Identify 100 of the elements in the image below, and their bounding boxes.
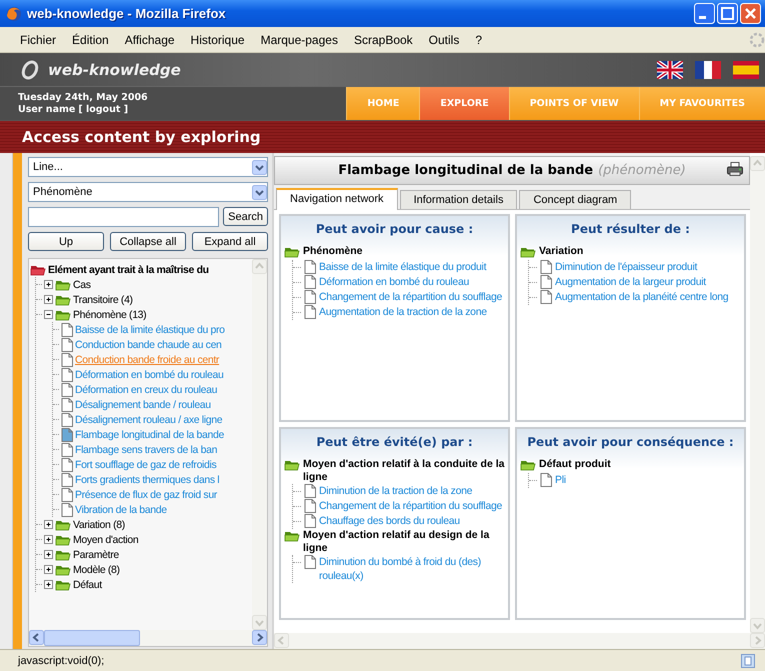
- concept-link[interactable]: Augmentation de la largeur produit: [555, 275, 706, 289]
- tree-item[interactable]: Moyen d'action: [73, 534, 138, 546]
- menu-item[interactable]: Outils: [420, 30, 468, 48]
- tree-item[interactable]: Défaut: [73, 578, 102, 590]
- menu-item[interactable]: Affichage: [116, 30, 183, 48]
- folder-icon: [284, 245, 300, 258]
- folder-icon: [284, 458, 300, 471]
- scrollbar[interactable]: [29, 630, 267, 646]
- tree-item[interactable]: Phénomène (13): [73, 308, 146, 320]
- flag-icon[interactable]: [695, 60, 721, 78]
- tree-item[interactable]: Baisse de la limite élastique du pro: [75, 324, 225, 336]
- tree-item[interactable]: Fort soufflage de gaz de refroidis: [75, 458, 216, 470]
- tree-item[interactable]: Variation (8): [73, 518, 125, 530]
- tree-action-button[interactable]: Collapse all: [110, 232, 186, 251]
- folder-icon: [30, 263, 46, 276]
- tree-item[interactable]: Conduction bande chaude au cen: [75, 338, 222, 350]
- menu-item[interactable]: ?: [467, 30, 490, 48]
- menu-item[interactable]: Historique: [182, 30, 253, 48]
- tree-item[interactable]: Déformation en creux du rouleau: [75, 384, 218, 396]
- document-icon: [540, 290, 552, 304]
- dropdown[interactable]: Line...: [28, 157, 268, 177]
- expand-toggle[interactable]: [44, 535, 53, 544]
- tree-item[interactable]: Désalignement rouleau / axe ligne: [75, 414, 222, 426]
- tree-item[interactable]: Paramètre: [73, 548, 119, 560]
- maximize-button[interactable]: [717, 3, 738, 24]
- menu-item[interactable]: Marque-pages: [252, 30, 346, 48]
- tab[interactable]: Navigation network: [276, 188, 398, 210]
- concept-link[interactable]: Changement de la répartition du soufflage: [319, 499, 502, 513]
- search-field[interactable]: [28, 207, 220, 227]
- folder-icon: [284, 529, 300, 542]
- logout-link[interactable]: [ logout ]: [78, 104, 128, 116]
- nav-tab[interactable]: POINTS OF VIEW: [508, 87, 639, 120]
- browser-logo-icon: [6, 6, 22, 22]
- throbber-icon: [749, 32, 765, 48]
- folder-icon: [55, 548, 71, 561]
- menu-item[interactable]: Fichier: [12, 30, 64, 48]
- tree-item[interactable]: Transitoire (4): [73, 294, 133, 306]
- concept-link[interactable]: Déformation en bombé du rouleau: [319, 275, 470, 289]
- concept-link[interactable]: Augmentation de la traction de la zone: [319, 305, 487, 319]
- tree-item[interactable]: Déformation en bombé du rouleau: [75, 368, 224, 380]
- tab[interactable]: Concept diagram: [519, 190, 632, 209]
- tree-item[interactable]: Vibration de la bande: [75, 504, 167, 516]
- relation-title: Peut avoir pour cause :: [314, 222, 474, 236]
- logo-icon: [20, 60, 40, 80]
- page-banner-title: Access content by exploring: [22, 128, 261, 146]
- expand-toggle[interactable]: [44, 280, 53, 289]
- flag-icon[interactable]: [733, 60, 759, 78]
- nav-tab[interactable]: MY FAVOURITES: [638, 87, 765, 120]
- concept-link[interactable]: Pli: [555, 473, 566, 487]
- tree-item[interactable]: Forts gradients thermiques dans l: [75, 474, 220, 486]
- tree-item[interactable]: Désalignement bande / rouleau: [75, 398, 211, 410]
- dropdown[interactable]: Phénomène: [28, 182, 268, 202]
- close-button[interactable]: [740, 3, 761, 24]
- concept-link[interactable]: Diminution de la traction de la zone: [319, 484, 472, 498]
- nav-tab[interactable]: HOME: [346, 87, 420, 120]
- folder-icon: [520, 245, 536, 258]
- scrollbar[interactable]: [750, 156, 765, 633]
- concept-link[interactable]: Chauffage des bords du rouleau: [319, 514, 460, 528]
- tree-action-button[interactable]: Expand all: [192, 232, 268, 251]
- tree-item[interactable]: Présence de flux de gaz froid sur: [75, 488, 217, 500]
- tree-item[interactable]: Flambage longitudinal de la bande: [75, 428, 224, 440]
- date-text: Tuesday 24th, May 2006: [18, 92, 149, 104]
- search-button[interactable]: Search: [223, 207, 268, 226]
- scrollbar[interactable]: [252, 259, 267, 630]
- tree-item[interactable]: Cas: [73, 278, 91, 290]
- tree-item[interactable]: Modèle (8): [73, 564, 120, 576]
- tree-item[interactable]: Elément ayant trait à la maîtrise du: [48, 264, 209, 276]
- concept-link[interactable]: Changement de la répartition du soufflage: [319, 290, 502, 304]
- expand-toggle[interactable]: [44, 580, 53, 589]
- tree-item[interactable]: Flambage sens travers de la ban: [75, 444, 218, 456]
- expand-toggle[interactable]: [44, 550, 53, 559]
- minimize-button[interactable]: [694, 3, 715, 24]
- concept-link[interactable]: Diminution du bombé à froid du (des) rouleau(x): [319, 555, 505, 583]
- document-icon: [540, 275, 552, 289]
- folder-icon: [55, 533, 71, 546]
- menu-item[interactable]: ScrapBook: [346, 30, 421, 48]
- tree-item[interactable]: Conduction bande froide au centr: [75, 354, 220, 366]
- expand-toggle[interactable]: [44, 565, 53, 574]
- menu-item[interactable]: Édition: [64, 30, 117, 48]
- printer-icon[interactable]: [727, 162, 743, 176]
- expand-toggle[interactable]: [44, 295, 53, 304]
- flag-icon[interactable]: [657, 60, 683, 78]
- document-icon: [304, 260, 316, 274]
- nav-tab[interactable]: EXPLORE: [419, 87, 509, 120]
- concept-link[interactable]: Baisse de la limite élastique du produit: [319, 260, 486, 274]
- document-icon: [540, 260, 552, 274]
- relation-title: Peut avoir pour conséquence :: [526, 435, 735, 449]
- tree-action-button[interactable]: Up: [28, 232, 104, 251]
- expand-toggle[interactable]: [44, 520, 53, 529]
- document-icon: [540, 473, 552, 487]
- document-icon: [304, 484, 316, 498]
- concept-link[interactable]: Diminution de l'épaisseur produit: [555, 260, 698, 274]
- document-icon: [304, 275, 316, 289]
- collapse-toggle[interactable]: [44, 310, 53, 319]
- concept-link[interactable]: Augmentation de la planéité centre long: [555, 290, 728, 304]
- relation-title: Peut être évité(e) par :: [315, 435, 474, 449]
- relation-title: Peut résulter de :: [570, 222, 691, 236]
- document-icon: [304, 305, 316, 319]
- tab[interactable]: Information details: [400, 190, 518, 209]
- scrollbar[interactable]: [274, 633, 765, 649]
